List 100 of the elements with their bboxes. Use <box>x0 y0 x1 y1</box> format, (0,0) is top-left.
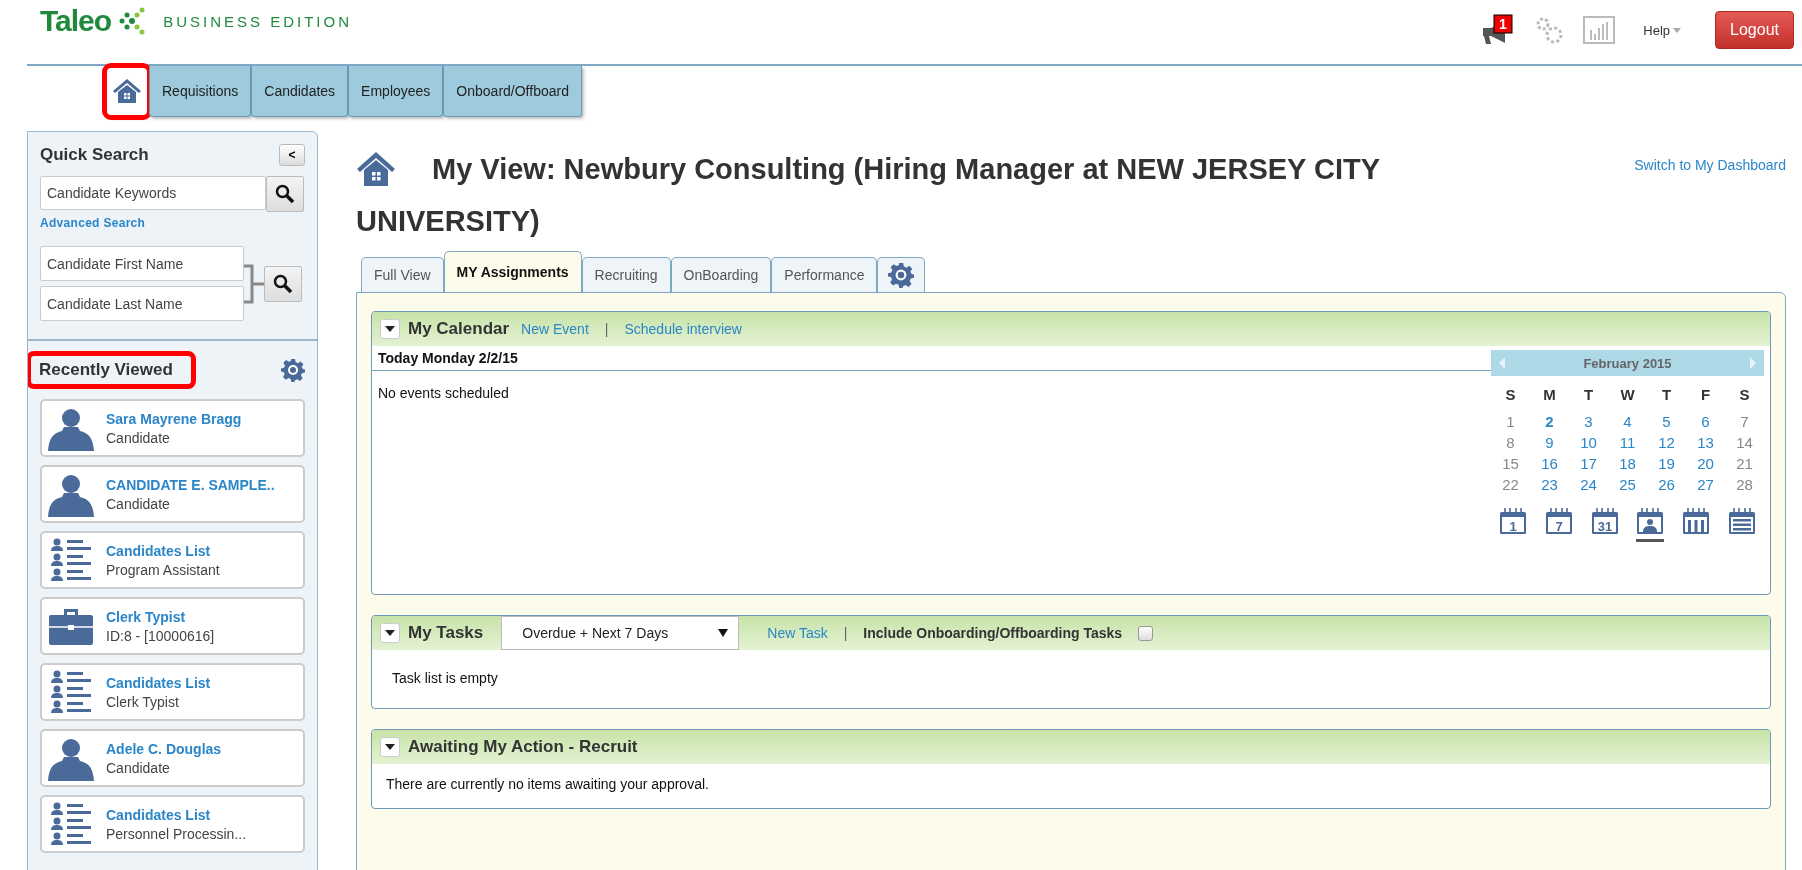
view-tab[interactable]: MY Assignments <box>443 251 582 292</box>
logo-subtitle: BUSINESS EDITION <box>163 12 352 30</box>
item-title-link[interactable]: Clerk Typist <box>106 608 215 625</box>
collapse-button[interactable]: < <box>279 144 305 166</box>
last-name-field[interactable]: Candidate Last Name <box>40 286 244 321</box>
collapse-toggle[interactable] <box>380 737 400 757</box>
calendar-day[interactable]: 10 <box>1569 434 1608 451</box>
recent-item-card[interactable]: Adele C. Douglas Candidate <box>40 729 305 787</box>
calendar-day[interactable]: 14 <box>1725 434 1764 451</box>
calendar-day[interactable]: 9 <box>1530 434 1569 451</box>
item-title-link[interactable]: Candidates List <box>106 806 247 823</box>
calendar-day[interactable]: 24 <box>1569 476 1608 493</box>
empty-message: Task list is empty <box>392 670 498 686</box>
home-icon <box>356 151 396 187</box>
include-onboarding-label: Include Onboarding/Offboarding Tasks <box>863 625 1123 641</box>
view-tab[interactable]: Performance <box>771 257 878 292</box>
first-name-field[interactable]: Candidate First Name <box>40 246 244 281</box>
search-button[interactable] <box>266 176 304 212</box>
calendar-day[interactable]: 6 <box>1686 413 1725 430</box>
calendar-day[interactable]: 2 <box>1530 413 1569 430</box>
widget-title: Awaiting My Action - Recruit <box>408 737 638 757</box>
recent-item-card[interactable]: Candidates List Personnel Processin... <box>40 795 305 853</box>
calendar-day[interactable]: 26 <box>1647 476 1686 493</box>
schedule-interview-link[interactable]: Schedule interview <box>624 321 742 337</box>
calendar-day[interactable]: 7 <box>1725 413 1764 430</box>
section-title: Recently Viewed <box>28 351 196 389</box>
calendar-day[interactable]: 22 <box>1491 476 1530 493</box>
collapse-toggle[interactable] <box>380 623 400 643</box>
widget-title: My Calendar <box>408 319 510 339</box>
weekday-label: T <box>1582 386 1595 403</box>
calendar-day[interactable]: 28 <box>1725 476 1764 493</box>
calendar-day[interactable]: 27 <box>1686 476 1725 493</box>
logout-button[interactable]: Logout <box>1715 11 1794 49</box>
calendar-day[interactable]: 4 <box>1608 413 1647 430</box>
weekday-label: S <box>1504 386 1517 403</box>
separator: | <box>604 321 609 337</box>
item-title-link[interactable]: Adele C. Douglas <box>106 740 222 757</box>
calendar-day[interactable]: 11 <box>1608 434 1647 451</box>
recent-item-card[interactable]: Candidates List Program Assistant <box>40 531 305 589</box>
calendar-day[interactable]: 5 <box>1647 413 1686 430</box>
weekday-label: T <box>1660 386 1673 403</box>
new-event-link[interactable]: New Event <box>521 321 589 337</box>
calendar-day[interactable]: 18 <box>1608 455 1647 472</box>
calendar-view-button[interactable] <box>1636 507 1665 542</box>
item-title-link[interactable]: Sara Mayrene Bragg <box>106 410 242 427</box>
people-list-icon <box>48 669 94 715</box>
home-tab[interactable] <box>105 66 149 117</box>
calendar-day[interactable]: 13 <box>1686 434 1725 451</box>
item-subtitle: Clerk Typist <box>106 693 180 710</box>
recent-item-card[interactable]: Candidates List Clerk Typist <box>40 663 305 721</box>
weekday-label: W <box>1619 386 1636 403</box>
nav-tab[interactable]: Requisitions <box>149 66 252 117</box>
calendar-day[interactable]: 8 <box>1491 434 1530 451</box>
nav-tab[interactable]: Candidates <box>251 66 349 117</box>
new-task-link[interactable]: New Task <box>767 625 828 641</box>
item-title-link[interactable]: Candidates List <box>106 674 211 691</box>
item-title-link[interactable]: Candidates List <box>106 542 220 559</box>
switch-dashboard-link[interactable]: Switch to My Dashboard <box>1634 157 1786 173</box>
calendar-day[interactable]: 21 <box>1725 455 1764 472</box>
keywords-field[interactable]: Candidate Keywords <box>40 176 266 210</box>
calendar-day[interactable]: 3 <box>1569 413 1608 430</box>
caret-icon <box>385 326 395 332</box>
calendar-day[interactable]: 12 <box>1647 434 1686 451</box>
include-checkbox[interactable] <box>1138 625 1154 641</box>
task-filter-dropdown[interactable]: Overdue + Next 7 Days <box>501 616 740 650</box>
item-subtitle: Candidate <box>106 429 171 446</box>
calendar-day[interactable]: 1 <box>1491 413 1530 430</box>
home-icon <box>112 78 142 104</box>
search-button[interactable] <box>264 265 302 302</box>
today-label: Today Monday 2/2/15 <box>372 346 1491 371</box>
calendar-day[interactable]: 16 <box>1530 455 1569 472</box>
caret-icon <box>385 744 395 750</box>
item-subtitle: Program Assistant <box>106 561 220 578</box>
help-menu[interactable]: Help <box>1643 22 1682 38</box>
view-tab[interactable]: OnBoarding <box>670 257 772 292</box>
recent-item-card[interactable]: Clerk Typist ID:8 - [10000616] <box>40 597 305 655</box>
calendar-day[interactable]: 17 <box>1569 455 1608 472</box>
section-title: Quick Search <box>40 145 149 165</box>
recent-item-card[interactable]: CANDIDATE E. SAMPLE.. Candidate <box>40 465 305 523</box>
caret-icon <box>1673 27 1682 33</box>
nav-tab[interactable]: Onboard/Offboard <box>443 66 582 117</box>
calendar-day[interactable]: 23 <box>1530 476 1569 493</box>
nav-tab[interactable]: Employees <box>348 66 444 117</box>
empty-message: There are currently no items awaiting your approval. <box>386 776 709 792</box>
recent-item-card[interactable]: Sara Mayrene Bragg Candidate <box>40 399 305 457</box>
advanced-search-link[interactable]: Advanced Search <box>40 216 305 230</box>
view-tab[interactable]: Full View <box>361 257 444 292</box>
item-subtitle: Personnel Processin... <box>106 825 247 842</box>
settings-icon[interactable] <box>281 358 305 382</box>
item-title-link[interactable]: CANDIDATE E. SAMPLE.. <box>106 476 275 493</box>
settings-tab[interactable] <box>877 257 926 292</box>
item-subtitle: ID:8 - [10000616] <box>106 627 215 644</box>
view-tab[interactable]: Recruiting <box>581 257 671 292</box>
calendar-day[interactable]: 19 <box>1647 455 1686 472</box>
calendar-day[interactable]: 15 <box>1491 455 1530 472</box>
collapse-toggle[interactable] <box>380 319 400 339</box>
item-subtitle: Candidate <box>106 495 171 512</box>
empty-message: No events scheduled <box>377 384 510 403</box>
calendar-day[interactable]: 20 <box>1686 455 1725 472</box>
calendar-day[interactable]: 25 <box>1608 476 1647 493</box>
